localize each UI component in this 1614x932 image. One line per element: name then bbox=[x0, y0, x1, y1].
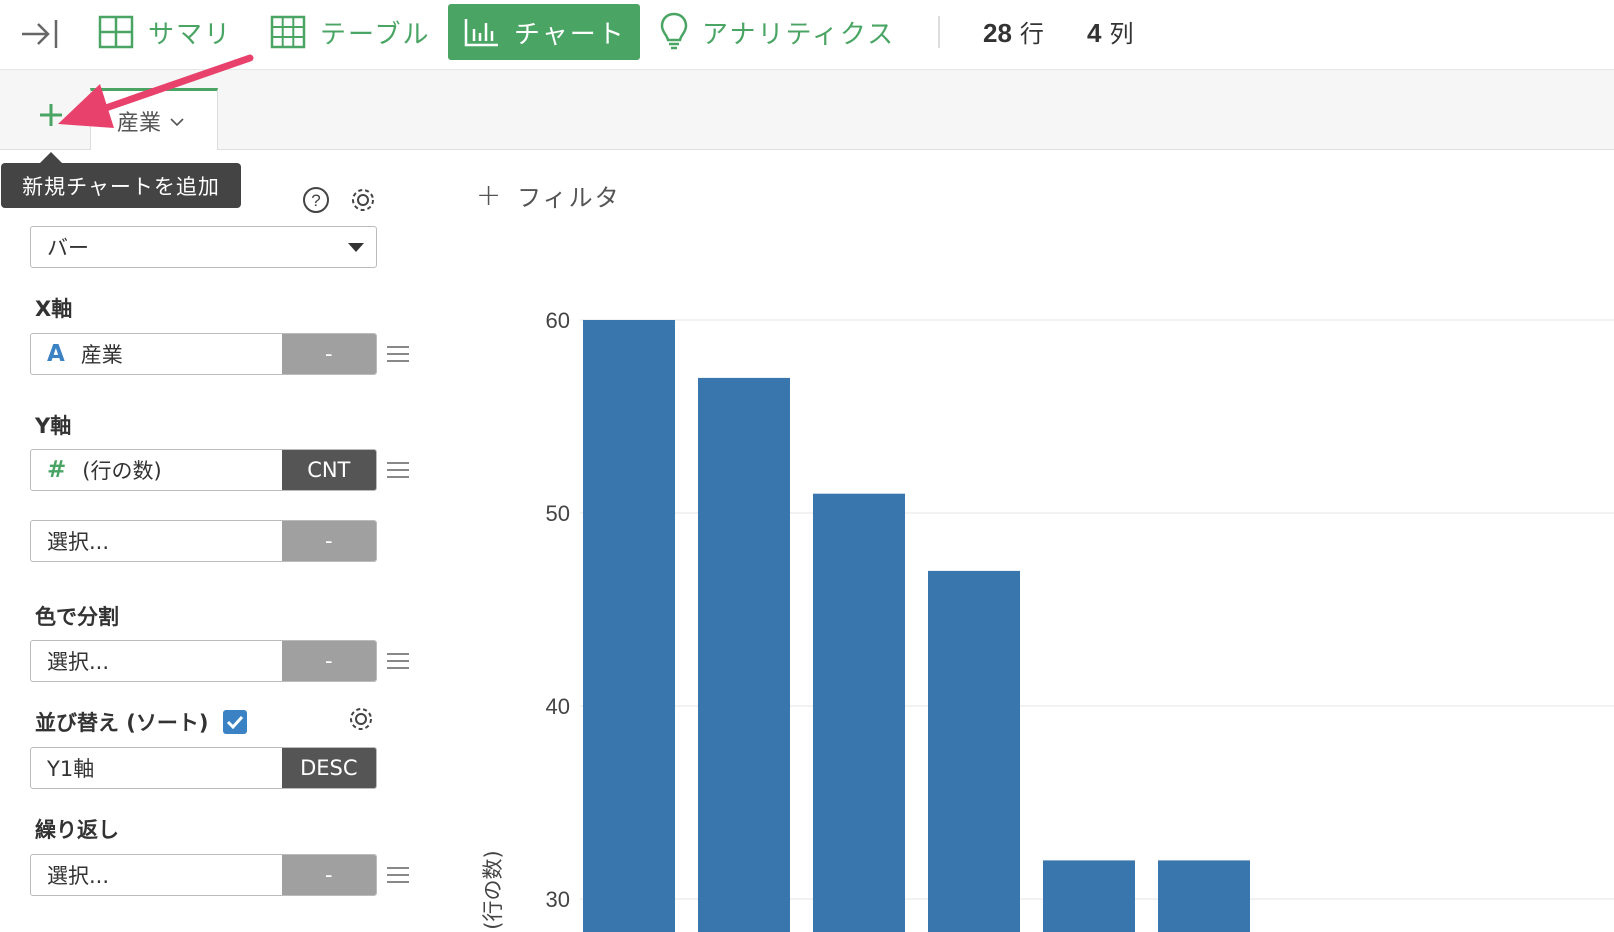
chart-bar[interactable] bbox=[583, 320, 675, 932]
color-split-select[interactable]: 選択... bbox=[31, 641, 282, 681]
nav-chart-label: チャート bbox=[514, 19, 626, 50]
repeat-agg-button[interactable]: - bbox=[281, 855, 376, 895]
caret-down-icon bbox=[348, 243, 364, 252]
nav-summary-label: サマリ bbox=[148, 19, 233, 50]
column-count-value: 4 bbox=[1087, 18, 1102, 48]
grid-2x2-icon bbox=[98, 15, 134, 49]
y-axis-field[interactable]: # (行の数) CNT bbox=[30, 449, 377, 491]
table-icon bbox=[270, 15, 306, 49]
x-axis-label: X軸 bbox=[35, 297, 73, 321]
drag-handle-icon[interactable] bbox=[387, 653, 409, 669]
sort-order-button[interactable]: DESC bbox=[281, 748, 376, 788]
y-axis-field-select[interactable]: # (行の数) bbox=[31, 450, 282, 490]
sort-checkbox[interactable] bbox=[222, 710, 247, 734]
repeat-select[interactable]: 選択... bbox=[31, 855, 282, 895]
text-type-icon: A bbox=[47, 341, 65, 367]
row-count: 28 行 bbox=[983, 14, 1044, 49]
chart-bar[interactable] bbox=[813, 493, 905, 932]
column-count: 4列 bbox=[1087, 14, 1133, 49]
x-axis-field-name: 産業 bbox=[80, 343, 123, 367]
bar-chart: 60 50 40 30 (行の数) bbox=[481, 308, 1614, 932]
collapse-panel-icon[interactable] bbox=[20, 16, 60, 52]
drag-handle-icon[interactable] bbox=[387, 346, 409, 362]
chart-bar[interactable] bbox=[1158, 860, 1250, 932]
drag-handle-icon[interactable] bbox=[387, 462, 409, 478]
toolbar-divider bbox=[938, 16, 940, 48]
chart-type-value: バー bbox=[47, 236, 89, 260]
drag-handle-icon[interactable] bbox=[387, 867, 409, 883]
tooltip: 新規チャートを追加 bbox=[1, 163, 241, 208]
chart-type-select[interactable]: バー bbox=[30, 226, 377, 268]
plus-icon: + bbox=[476, 178, 504, 213]
sort-field[interactable]: Y1軸 DESC bbox=[30, 747, 377, 789]
gear-icon[interactable] bbox=[349, 186, 377, 218]
filter-label: フィルタ bbox=[517, 184, 621, 212]
nav-analytics-label: アナリティクス bbox=[702, 19, 896, 50]
column-count-unit: 列 bbox=[1109, 20, 1134, 48]
chart-bar[interactable] bbox=[1043, 860, 1135, 932]
y-tick-label: 50 bbox=[546, 501, 570, 526]
y-tick-label: 60 bbox=[546, 308, 570, 333]
y-axis-second-agg-button[interactable]: - bbox=[281, 521, 376, 561]
repeat-field[interactable]: 選択... - bbox=[30, 854, 377, 896]
tooltip-arrow bbox=[40, 152, 62, 163]
y-axis-title: (行の数) bbox=[481, 850, 505, 929]
y-axis-second-select[interactable]: 選択... bbox=[31, 521, 282, 561]
repeat-label: 繰り返し bbox=[35, 818, 119, 842]
bar-chart-icon bbox=[464, 17, 500, 47]
x-axis-agg-button[interactable]: - bbox=[281, 334, 376, 374]
row-count-value: 28 bbox=[983, 18, 1012, 48]
annotation-arrow bbox=[58, 54, 254, 128]
nav-chart[interactable]: チャート bbox=[448, 4, 640, 60]
nav-table-label: テーブル bbox=[320, 19, 431, 50]
sort-gear-icon[interactable] bbox=[347, 705, 375, 737]
sort-section: 並び替え (ソート) bbox=[35, 707, 247, 737]
y-axis-field-name: (行の数) bbox=[82, 459, 162, 483]
chart-bar[interactable] bbox=[928, 570, 1020, 932]
add-filter-button[interactable]: + フィルタ bbox=[476, 178, 621, 213]
y-tick-label: 30 bbox=[546, 887, 570, 912]
x-axis-field[interactable]: A 産業 - bbox=[30, 333, 377, 375]
y-axis-agg-button[interactable]: CNT bbox=[281, 450, 376, 490]
chart-bar[interactable] bbox=[698, 377, 790, 932]
x-axis-field-select[interactable]: A 産業 bbox=[31, 334, 282, 374]
lightbulb-icon bbox=[660, 12, 688, 52]
svg-text:?: ? bbox=[311, 191, 320, 210]
nav-analytics[interactable]: アナリティクス bbox=[660, 4, 895, 60]
y-axis-label: Y軸 bbox=[35, 414, 72, 438]
y-axis-second-field[interactable]: 選択... - bbox=[30, 520, 377, 562]
y-tick-label: 40 bbox=[546, 694, 570, 719]
sort-label: 並び替え (ソート) bbox=[35, 711, 209, 735]
help-circle-icon[interactable]: ? bbox=[302, 186, 330, 218]
row-count-unit: 行 bbox=[1019, 20, 1044, 48]
nav-table[interactable]: テーブル bbox=[270, 4, 430, 60]
number-type-icon: # bbox=[47, 457, 67, 483]
color-split-agg-button[interactable]: - bbox=[281, 641, 376, 681]
color-split-field[interactable]: 選択... - bbox=[30, 640, 377, 682]
sort-field-select[interactable]: Y1軸 bbox=[31, 748, 282, 788]
color-split-label: 色で分割 bbox=[35, 605, 119, 629]
